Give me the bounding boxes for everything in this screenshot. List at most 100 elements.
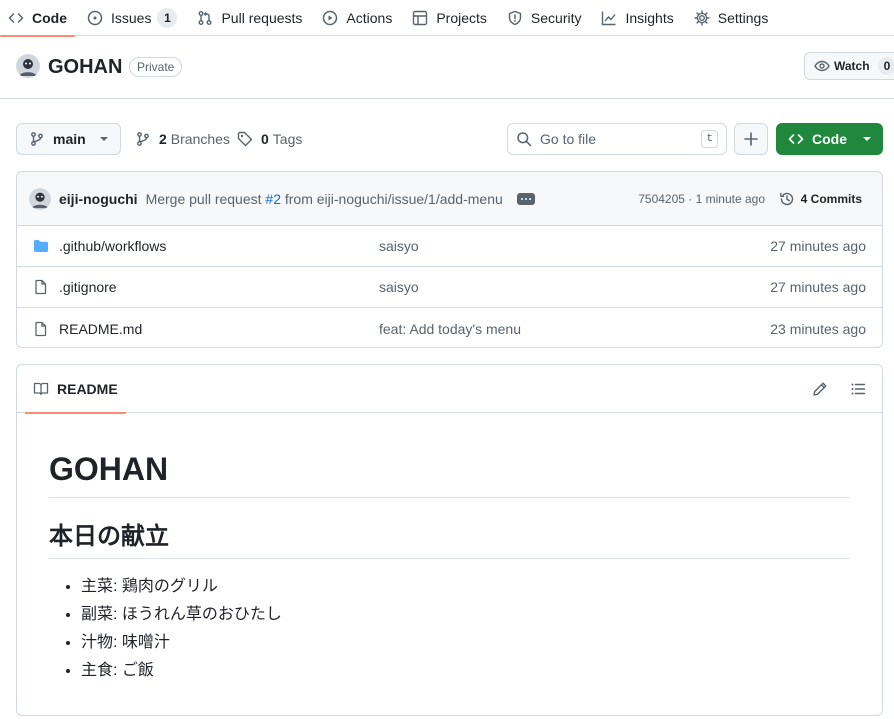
tab-issues[interactable]: Issues 1	[79, 0, 185, 36]
chevron-down-icon	[100, 137, 108, 141]
readme-header: README	[17, 365, 882, 414]
tab-security[interactable]: Security	[499, 0, 590, 36]
tags-label: Tags	[272, 131, 303, 147]
expand-commit-button[interactable]	[516, 192, 535, 205]
commit-message-suffix: from eiji-noguchi/issue/1/add-menu	[284, 190, 503, 207]
tab-label: Actions	[346, 9, 393, 26]
watch-button[interactable]: Watch 0	[804, 52, 894, 80]
readme-content: GOHAN 本日の献立 主菜: 鶏肉のグリル 副菜: ほうれん草のおひたし 汁物…	[17, 449, 882, 685]
watch-label: Watch	[834, 59, 870, 73]
commit-sha-time[interactable]: 7504205 · 1 minute ago	[638, 192, 765, 206]
tab-actions[interactable]: Actions	[314, 0, 400, 36]
commit-message[interactable]: Merge pull request #2 from eiji-noguchi/…	[146, 191, 503, 207]
tags-link[interactable]: 0 Tags	[237, 123, 302, 155]
file-age: 27 minutes ago	[770, 279, 866, 295]
file-name[interactable]: .gitignore	[59, 279, 117, 295]
pencil-icon[interactable]	[812, 381, 828, 397]
issues-counter: 1	[157, 7, 178, 28]
issue-icon	[87, 10, 103, 25]
file-name[interactable]: .github/workflows	[59, 238, 166, 254]
commits-history-link[interactable]: 4 Commits	[779, 191, 862, 207]
file-icon	[35, 321, 47, 336]
code-icon	[8, 12, 24, 23]
play-icon	[323, 10, 338, 25]
branches-count: 2	[159, 131, 167, 147]
go-to-file-input[interactable]	[540, 131, 690, 147]
commit-author[interactable]: eiji-noguchi	[59, 191, 138, 207]
gear-icon	[694, 9, 710, 26]
table-row[interactable]: .gitignore saisyo 27 minutes ago	[17, 267, 882, 308]
repo-name[interactable]: GOHAN	[48, 56, 122, 79]
graph-icon	[602, 11, 617, 25]
tab-insights[interactable]: Insights	[593, 0, 681, 36]
file-age: 23 minutes ago	[770, 320, 866, 337]
shortcut-hint: t	[701, 130, 718, 148]
tab-projects[interactable]: Projects	[404, 0, 495, 36]
folder-icon	[34, 240, 48, 252]
table-row[interactable]: README.md feat: Add today's menu 23 minu…	[17, 308, 882, 347]
history-icon	[779, 192, 793, 205]
tab-label: Pull requests	[221, 9, 303, 26]
tab-pull-requests[interactable]: Pull requests	[189, 0, 310, 36]
book-icon	[33, 382, 49, 396]
go-to-file-search[interactable]: t	[507, 123, 727, 155]
outline-list-icon[interactable]	[850, 381, 866, 397]
branch-select-button[interactable]: main	[16, 123, 121, 155]
tab-label: Code	[32, 9, 67, 26]
readme-tools	[812, 381, 866, 397]
table-row[interactable]: .github/workflows saisyo 27 minutes ago	[17, 226, 882, 267]
pull-request-icon	[198, 10, 212, 25]
repo-nav: Code Issues 1 Pull requests Actions Proj…	[0, 0, 894, 37]
menu-list: 主菜: 鶏肉のグリル 副菜: ほうれん草のおひたし 汁物: 味噌汁 主食: ご飯	[49, 573, 850, 685]
tab-code[interactable]: Code	[0, 0, 75, 37]
eye-icon	[814, 60, 830, 72]
list-item: 汁物: 味噌汁	[81, 629, 850, 657]
add-file-button[interactable]	[734, 123, 768, 155]
code-icon	[788, 134, 804, 144]
latest-commit-bar: eiji-noguchi Merge pull request #2 from …	[17, 172, 882, 226]
file-commit-message[interactable]: saisyo	[379, 238, 419, 254]
repo-header: GOHAN Private Watch 0	[0, 36, 894, 99]
code-button[interactable]: Code	[776, 123, 883, 155]
chevron-down-icon	[863, 137, 871, 141]
tab-label: Security	[530, 9, 582, 26]
branches-label: Branches	[170, 131, 230, 147]
branches-link[interactable]: 2 Branches	[135, 123, 230, 155]
branch-icon	[31, 132, 43, 146]
readme-title: GOHAN	[49, 449, 850, 498]
file-age: 27 minutes ago	[770, 238, 866, 254]
tab-settings[interactable]: Settings	[686, 0, 777, 36]
tab-label: Projects	[436, 9, 487, 26]
branch-icon	[137, 132, 149, 146]
commits-count-label: 4 Commits	[800, 191, 862, 206]
readme-tab-label: README	[57, 381, 118, 397]
tags-count: 0	[261, 131, 269, 147]
tab-label: Insights	[625, 9, 674, 26]
avatar[interactable]	[29, 187, 51, 210]
tab-label: Issues	[111, 9, 152, 26]
code-button-label: Code	[812, 131, 847, 147]
file-name[interactable]: README.md	[59, 321, 142, 337]
branch-name: main	[53, 131, 86, 147]
search-icon	[517, 132, 532, 147]
file-commit-message[interactable]: feat: Add today's menu	[379, 321, 521, 337]
tab-readme[interactable]: README	[25, 365, 126, 414]
table-icon	[413, 10, 428, 25]
readme-heading: 本日の献立	[49, 522, 850, 559]
file-icon	[35, 279, 47, 295]
file-commit-message[interactable]: saisyo	[379, 279, 419, 295]
watch-count: 0	[877, 57, 894, 75]
list-item: 主食: ご飯	[81, 657, 850, 685]
shield-icon	[508, 10, 522, 25]
list-item: 副菜: ほうれん草のおひたし	[81, 601, 850, 629]
visibility-badge: Private	[129, 57, 183, 77]
plus-icon	[744, 132, 758, 146]
pr-link[interactable]: #2	[265, 191, 281, 207]
tab-label: Settings	[717, 9, 769, 26]
owner-avatar[interactable]	[16, 54, 40, 78]
commit-message-prefix: Merge pull request	[145, 190, 262, 207]
list-item: 主菜: 鶏肉のグリル	[81, 573, 850, 601]
readme-panel: README GOHAN 本日の献立 主菜: 鶏肉のグリル 副菜: ほうれん草の…	[16, 364, 883, 716]
file-table: eiji-noguchi Merge pull request #2 from …	[16, 171, 883, 348]
tag-icon	[237, 131, 253, 147]
